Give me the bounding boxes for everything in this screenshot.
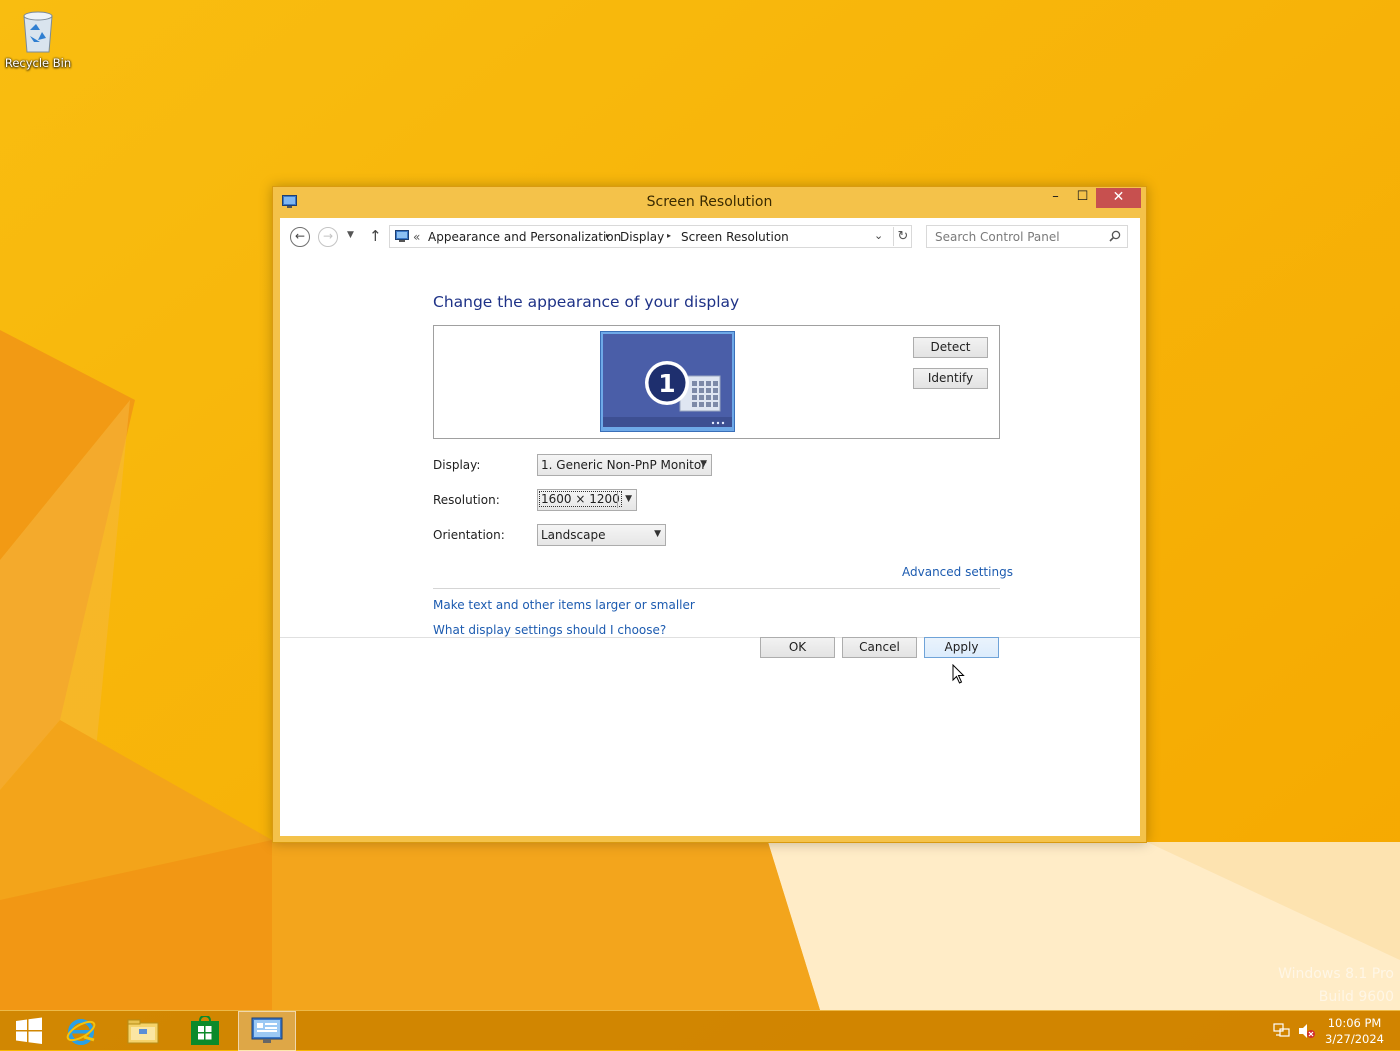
maximize-button[interactable]: ☐ xyxy=(1069,188,1096,208)
orientation-select[interactable]: Landscape ▼ xyxy=(537,524,666,546)
orientation-select-value: Landscape xyxy=(541,528,606,542)
search-input[interactable] xyxy=(933,229,1103,245)
breadcrumb-screen-resolution[interactable]: Screen Resolution xyxy=(681,230,789,244)
recycle-bin[interactable]: Recycle Bin xyxy=(4,6,72,70)
search-box[interactable] xyxy=(926,225,1128,248)
display-label: Display: xyxy=(433,458,481,472)
breadcrumb-separator-icon[interactable]: ▸ xyxy=(667,231,671,240)
volume-muted-icon[interactable] xyxy=(1298,1023,1316,1039)
minimize-button[interactable]: – xyxy=(1042,188,1069,208)
resolution-select[interactable]: 1600 × 1200 ▼ xyxy=(537,489,637,511)
monitor-number: 1 xyxy=(658,369,675,398)
window-title: Screen Resolution xyxy=(646,194,773,210)
taskbar-store[interactable] xyxy=(176,1011,234,1051)
identify-button[interactable]: Identify xyxy=(913,368,988,389)
apply-button[interactable]: Apply xyxy=(924,637,999,658)
screen-resolution-window: Screen Resolution – ☐ ✕ ← → ▼ ↑ « Appear… xyxy=(272,186,1147,843)
cancel-button[interactable]: Cancel xyxy=(842,637,917,658)
chevron-down-icon: ▼ xyxy=(700,459,707,469)
file-explorer-icon xyxy=(127,1019,159,1044)
display-select-value: 1. Generic Non-PnP Monitor xyxy=(541,458,707,472)
clock-time: 10:06 PM xyxy=(1327,1016,1382,1030)
combo-divider xyxy=(617,492,618,508)
mouse-cursor-icon xyxy=(952,664,965,684)
control-panel-icon xyxy=(395,230,409,242)
orientation-label: Orientation: xyxy=(433,528,505,542)
taskbar-control-panel[interactable] xyxy=(238,1011,296,1051)
display-select[interactable]: 1. Generic Non-PnP Monitor ▼ xyxy=(537,454,712,476)
chevron-down-icon[interactable]: ⌄ xyxy=(874,229,883,242)
advanced-settings-link[interactable]: Advanced settings xyxy=(902,565,1013,579)
store-icon xyxy=(191,1016,219,1045)
up-button[interactable]: ↑ xyxy=(369,227,382,245)
divider xyxy=(433,588,1000,589)
windows-logo-icon xyxy=(16,1017,42,1044)
recycle-bin-icon xyxy=(23,11,53,53)
resolution-label: Resolution: xyxy=(433,493,500,507)
breadcrumb-separator-icon[interactable]: ▸ xyxy=(606,231,610,240)
recycle-bin-label: Recycle Bin xyxy=(4,56,72,70)
page-title: Change the appearance of your display xyxy=(433,293,740,311)
ok-button[interactable]: OK xyxy=(760,637,835,658)
resolution-select-value: 1600 × 1200 xyxy=(539,491,622,507)
taskbar: 10:06 PM 3/27/2024 xyxy=(0,1010,1400,1051)
chevron-down-icon: ▼ xyxy=(654,529,661,539)
window-client-area: ← → ▼ ↑ « Appearance and Personalization… xyxy=(280,218,1140,836)
internet-explorer-icon xyxy=(66,1019,96,1045)
breadcrumb-display[interactable]: Display xyxy=(620,230,664,244)
breadcrumb-overflow[interactable]: « xyxy=(413,230,420,244)
footer-divider xyxy=(280,637,1140,638)
display-help-link[interactable]: What display settings should I choose? xyxy=(433,623,666,637)
control-panel-icon xyxy=(251,1017,283,1043)
search-icon[interactable] xyxy=(1109,230,1121,242)
breadcrumb-appearance[interactable]: Appearance and Personalization xyxy=(428,230,621,244)
monitor-arrangement-panel: 1 Detect Identify xyxy=(433,325,1000,439)
text-size-link[interactable]: Make text and other items larger or smal… xyxy=(433,598,695,612)
detect-button[interactable]: Detect xyxy=(913,337,988,358)
network-icon[interactable] xyxy=(1273,1023,1291,1039)
clock-date: 3/27/2024 xyxy=(1325,1032,1384,1046)
close-button[interactable]: ✕ xyxy=(1096,188,1141,208)
refresh-icon[interactable]: ↻ xyxy=(893,227,912,246)
monitor-1-icon[interactable]: 1 xyxy=(600,331,735,432)
back-button[interactable]: ← xyxy=(290,227,310,247)
taskbar-internet-explorer[interactable] xyxy=(52,1011,110,1051)
taskbar-file-explorer[interactable] xyxy=(114,1011,172,1051)
address-bar[interactable]: « Appearance and Personalization ▸ Displ… xyxy=(389,225,912,248)
title-bar[interactable]: Screen Resolution – ☐ ✕ xyxy=(273,187,1146,218)
forward-button[interactable]: → xyxy=(318,227,338,247)
watermark-edition: Windows 8.1 Pro xyxy=(1278,966,1394,982)
start-button[interactable] xyxy=(0,1011,58,1051)
clock[interactable]: 10:06 PM 3/27/2024 xyxy=(1325,1015,1384,1047)
watermark-build: Build 9600 xyxy=(1318,989,1394,1005)
chevron-down-icon: ▼ xyxy=(625,494,632,504)
recent-locations-dropdown[interactable]: ▼ xyxy=(347,230,354,240)
